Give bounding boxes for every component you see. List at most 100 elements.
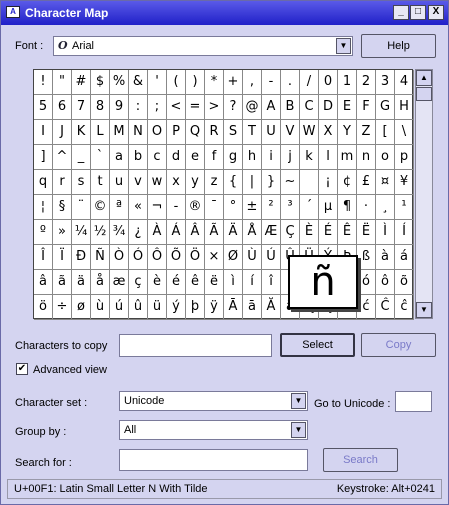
- char-cell[interactable]: »: [53, 220, 72, 245]
- char-cell[interactable]: ć: [357, 295, 376, 320]
- char-cell[interactable]: ¥: [395, 170, 414, 195]
- char-cell[interactable]: ¸: [376, 195, 395, 220]
- char-cell[interactable]: Ì: [376, 220, 395, 245]
- char-cell[interactable]: i: [262, 145, 281, 170]
- char-cell[interactable]: |: [243, 170, 262, 195]
- char-cell[interactable]: ø: [72, 295, 91, 320]
- char-cell[interactable]: 1: [338, 70, 357, 95]
- char-cell[interactable]: U: [262, 120, 281, 145]
- maximize-button[interactable]: □: [410, 5, 426, 20]
- char-cell[interactable]: «: [129, 195, 148, 220]
- search-button[interactable]: Search: [323, 448, 398, 472]
- char-cell[interactable]: D: [319, 95, 338, 120]
- char-cell[interactable]: &: [129, 70, 148, 95]
- char-cell[interactable]: a: [110, 145, 129, 170]
- char-cell[interactable]: ö: [34, 295, 53, 320]
- char-cell[interactable]: z: [205, 170, 224, 195]
- char-cell[interactable]: e: [186, 145, 205, 170]
- char-cell[interactable]: Ð: [72, 245, 91, 270]
- char-cell[interactable]: Ê: [338, 220, 357, 245]
- char-cell[interactable]: ¼: [72, 220, 91, 245]
- char-cell[interactable]: ú: [110, 295, 129, 320]
- char-cell[interactable]: ©: [91, 195, 110, 220]
- char-cell[interactable]: ÿ: [205, 295, 224, 320]
- char-cell[interactable]: ,: [243, 70, 262, 95]
- char-cell[interactable]: Ú: [262, 245, 281, 270]
- char-cell[interactable]: ´: [300, 195, 319, 220]
- char-cell[interactable]: E: [338, 95, 357, 120]
- char-cell[interactable]: ¢: [338, 170, 357, 195]
- char-cell[interactable]: 8: [91, 95, 110, 120]
- char-cell[interactable]: t: [91, 170, 110, 195]
- char-cell[interactable]: d: [167, 145, 186, 170]
- char-cell[interactable]: G: [376, 95, 395, 120]
- char-cell[interactable]: à: [376, 245, 395, 270]
- char-cell[interactable]: +: [224, 70, 243, 95]
- char-cell[interactable]: s: [72, 170, 91, 195]
- char-cell[interactable]: £: [357, 170, 376, 195]
- char-cell[interactable]: .: [281, 70, 300, 95]
- group-by-select[interactable]: All ▼: [119, 420, 308, 440]
- title-bar[interactable]: A Character Map _ □ X: [1, 1, 448, 25]
- char-cell[interactable]: Í: [395, 220, 414, 245]
- char-cell[interactable]: $: [91, 70, 110, 95]
- char-cell[interactable]: Q: [186, 120, 205, 145]
- char-cell[interactable]: ): [186, 70, 205, 95]
- char-cell[interactable]: !: [34, 70, 53, 95]
- char-cell[interactable]: é: [167, 270, 186, 295]
- char-cell[interactable]: º: [34, 220, 53, 245]
- char-cell[interactable]: Ù: [243, 245, 262, 270]
- char-cell[interactable]: h: [243, 145, 262, 170]
- char-cell[interactable]: ā: [243, 295, 262, 320]
- char-cell[interactable]: µ: [319, 195, 338, 220]
- char-cell[interactable]: l: [319, 145, 338, 170]
- char-cell[interactable]: ²: [262, 195, 281, 220]
- char-cell[interactable]: ': [148, 70, 167, 95]
- char-cell[interactable]: Ā: [224, 295, 243, 320]
- char-cell[interactable]: °: [224, 195, 243, 220]
- char-cell[interactable]: Â: [186, 220, 205, 245]
- char-cell[interactable]: O: [148, 120, 167, 145]
- char-cell[interactable]: Ö: [186, 245, 205, 270]
- char-cell[interactable]: î: [262, 270, 281, 295]
- char-cell[interactable]: `: [91, 145, 110, 170]
- char-cell[interactable]: 2: [357, 70, 376, 95]
- char-cell[interactable]: ±: [243, 195, 262, 220]
- char-cell[interactable]: X: [319, 120, 338, 145]
- char-cell[interactable]: 0: [319, 70, 338, 95]
- char-cell[interactable]: u: [110, 170, 129, 195]
- char-cell[interactable]: x: [167, 170, 186, 195]
- char-cell[interactable]: V: [281, 120, 300, 145]
- char-cell[interactable]: \: [395, 120, 414, 145]
- char-cell[interactable]: o: [376, 145, 395, 170]
- char-cell[interactable]: Ï: [53, 245, 72, 270]
- char-cell[interactable]: f: [205, 145, 224, 170]
- char-cell[interactable]: §: [53, 195, 72, 220]
- char-cell[interactable]: Î: [34, 245, 53, 270]
- char-cell[interactable]: }: [262, 170, 281, 195]
- char-cell[interactable]: ³: [281, 195, 300, 220]
- char-cell[interactable]: õ: [395, 270, 414, 295]
- char-cell[interactable]: å: [91, 270, 110, 295]
- char-cell[interactable]: ĉ: [395, 295, 414, 320]
- char-cell[interactable]: ¤: [376, 170, 395, 195]
- char-cell[interactable]: *: [205, 70, 224, 95]
- char-cell[interactable]: ý: [167, 295, 186, 320]
- char-cell[interactable]: =: [186, 95, 205, 120]
- char-cell[interactable]: n: [357, 145, 376, 170]
- char-cell[interactable]: K: [72, 120, 91, 145]
- char-cell[interactable]: ù: [91, 295, 110, 320]
- scroll-up-icon[interactable]: ▲: [416, 70, 432, 86]
- char-cell[interactable]: ?: [224, 95, 243, 120]
- char-cell[interactable]: Ã: [205, 220, 224, 245]
- char-cell[interactable]: Ë: [357, 220, 376, 245]
- char-cell[interactable]: ¦: [34, 195, 53, 220]
- char-cell[interactable]: p: [395, 145, 414, 170]
- char-cell[interactable]: 7: [72, 95, 91, 120]
- char-cell[interactable]: ä: [72, 270, 91, 295]
- goto-unicode-input[interactable]: [395, 391, 432, 412]
- char-cell[interactable]: m: [338, 145, 357, 170]
- char-cell[interactable]: -: [262, 70, 281, 95]
- char-cell[interactable]: ô: [376, 270, 395, 295]
- char-cell[interactable]: ¿: [129, 220, 148, 245]
